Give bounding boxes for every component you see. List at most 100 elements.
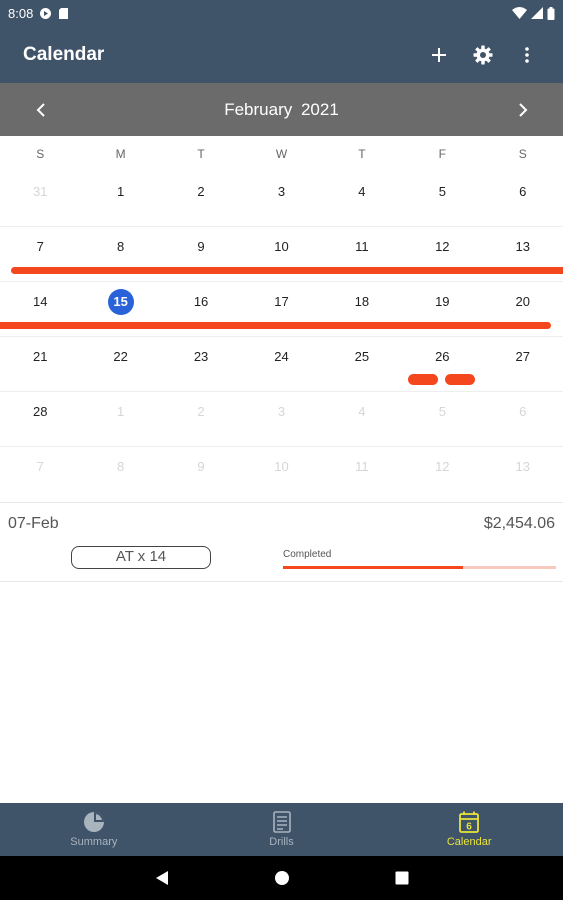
back-triangle-icon <box>155 871 168 885</box>
day-cell[interactable]: 24 <box>241 337 321 391</box>
status-time: 8:08 <box>8 5 34 21</box>
event-detail[interactable]: 07-Feb $2,454.06 AT x 14 Completed <box>0 502 563 582</box>
day-number: 4 <box>358 184 366 199</box>
page-title: Calendar <box>23 43 105 65</box>
day-number: 9 <box>197 239 205 254</box>
day-number: 10 <box>274 239 289 254</box>
activity-tag[interactable]: AT x 14 <box>71 546 211 569</box>
plus-icon <box>432 47 446 62</box>
weekday-label: T <box>358 147 366 161</box>
day-cell[interactable]: 4 <box>322 172 402 226</box>
progress-label: Completed <box>283 549 332 560</box>
gear-icon <box>473 45 493 64</box>
event-bar[interactable] <box>0 322 551 329</box>
weekday-label: S <box>518 147 527 161</box>
add-button[interactable] <box>417 33 461 77</box>
day-cell[interactable]: 13 <box>483 447 563 502</box>
detail-date: 07-Feb <box>8 515 59 532</box>
signal-icon <box>531 7 543 19</box>
recents-square-icon <box>395 871 408 885</box>
day-cell[interactable]: 9 <box>161 447 241 502</box>
wifi-icon <box>512 7 527 19</box>
day-number: 16 <box>193 294 209 309</box>
day-cell[interactable]: 27 <box>483 337 563 391</box>
status-left: 8:08 <box>8 6 69 21</box>
day-number: 21 <box>32 349 48 364</box>
day-number: 2 <box>197 184 205 199</box>
day-cell[interactable]: 4 <box>322 392 402 446</box>
day-cell[interactable]: 5 <box>402 172 482 226</box>
previous-month-button[interactable] <box>18 83 62 136</box>
day-number: 2 <box>197 404 205 419</box>
back-button[interactable] <box>102 856 222 900</box>
chevron-right-icon <box>518 102 527 117</box>
day-cell[interactable]: 10 <box>241 447 321 502</box>
day-number: 3 <box>277 184 286 199</box>
event-bar[interactable] <box>11 267 563 274</box>
day-cell[interactable]: 31 <box>0 172 80 226</box>
day-number: 10 <box>274 459 289 474</box>
day-number: 20 <box>515 294 530 309</box>
day-number: 12 <box>435 459 450 474</box>
day-cell[interactable]: 22 <box>80 337 160 391</box>
day-number: 3 <box>277 404 286 419</box>
day-cell[interactable]: 23 <box>161 337 241 391</box>
nav-item-calendar[interactable]: 6 Calendar <box>375 803 563 856</box>
weekday-header: S M T W T F S <box>0 136 563 172</box>
day-number: 25 <box>354 349 370 364</box>
week-row: 31 1 2 3 4 5 6 <box>0 172 563 227</box>
day-cell[interactable]: 1 <box>80 392 160 446</box>
day-cell[interactable]: 2 <box>161 392 241 446</box>
day-number: 11 <box>355 239 369 254</box>
overflow-menu-button[interactable] <box>505 33 549 77</box>
day-number: 14 <box>32 294 48 309</box>
progress-fill <box>283 566 464 569</box>
day-number: 7 <box>36 239 44 254</box>
home-button[interactable] <box>222 856 342 900</box>
progress-track <box>283 566 556 569</box>
day-number: 24 <box>274 349 289 364</box>
day-cell[interactable]: 6 <box>483 172 563 226</box>
day-number: 19 <box>435 294 450 309</box>
day-number: 13 <box>515 459 530 474</box>
day-cell[interactable]: 28 <box>0 392 80 446</box>
calendar-icon-day: 6 <box>466 822 472 833</box>
day-cell[interactable]: 8 <box>80 447 160 502</box>
day-cell[interactable]: 21 <box>0 337 80 391</box>
day-number: 31 <box>32 184 48 199</box>
pie-chart-icon <box>83 812 104 832</box>
day-number: 1 <box>117 184 125 199</box>
week-row: 28 1 2 3 4 5 6 <box>0 392 563 447</box>
day-cell[interactable]: 6 <box>483 392 563 446</box>
system-nav <box>0 856 563 900</box>
day-number: 6 <box>519 404 527 419</box>
event-pill[interactable] <box>445 374 475 385</box>
event-pill[interactable] <box>408 374 438 385</box>
day-number: 7 <box>36 459 44 474</box>
day-cell[interactable]: 3 <box>241 392 321 446</box>
settings-button[interactable] <box>461 33 505 77</box>
day-cell[interactable]: 11 <box>322 447 402 502</box>
nav-item-drills[interactable]: Drills <box>188 803 376 856</box>
weekday-label: W <box>275 147 288 161</box>
day-cell[interactable]: 12 <box>402 447 482 502</box>
day-cell[interactable]: 3 <box>241 172 321 226</box>
day-cell[interactable]: 2 <box>161 172 241 226</box>
day-cell[interactable]: 1 <box>80 172 160 226</box>
next-month-button[interactable] <box>501 83 545 136</box>
day-number: 1 <box>117 404 125 419</box>
day-number: 28 <box>32 404 48 419</box>
calendar-grid: 31 1 2 3 4 5 6 7 8 9 10 11 12 13 14 15 1… <box>0 172 563 502</box>
day-number: 26 <box>435 349 450 364</box>
week-row: 7 8 9 10 11 12 13 <box>0 447 563 502</box>
nav-label: Drills <box>269 836 294 848</box>
clipboard-list-icon <box>272 811 291 833</box>
nav-item-summary[interactable]: Summary <box>0 803 188 856</box>
day-number: 17 <box>274 294 289 309</box>
day-cell[interactable]: 5 <box>402 392 482 446</box>
day-cell[interactable]: 7 <box>0 447 80 502</box>
day-cell[interactable]: 25 <box>322 337 402 391</box>
home-circle-icon <box>274 871 289 885</box>
day-number: 5 <box>438 184 446 199</box>
recents-button[interactable] <box>342 856 462 900</box>
